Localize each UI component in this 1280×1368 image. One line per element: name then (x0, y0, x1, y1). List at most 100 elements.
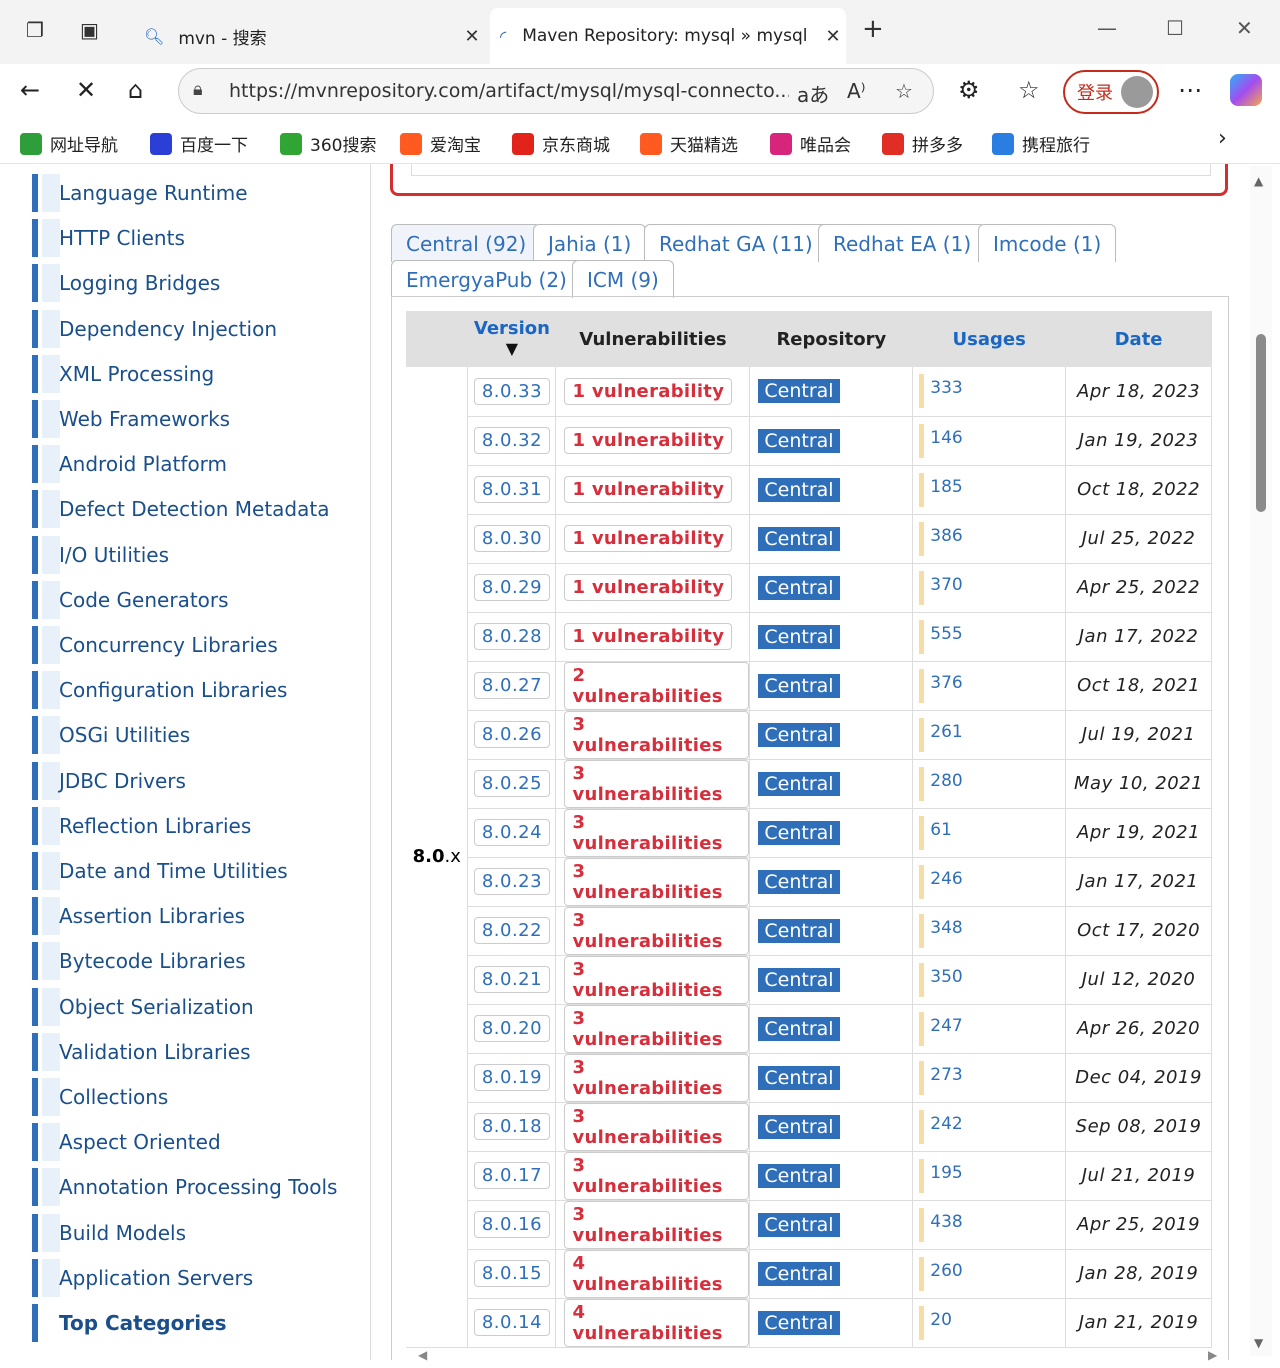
repository-badge[interactable]: Central (758, 1163, 840, 1188)
minimize-icon[interactable]: — (1097, 16, 1117, 40)
sidebar-item[interactable]: Reflection Libraries (32, 806, 251, 845)
home-icon[interactable]: ⌂ (128, 76, 143, 104)
usage-link[interactable]: 376 (930, 673, 962, 693)
repository-badge[interactable]: Central (758, 428, 840, 453)
favorites-icon[interactable]: ☆ (1018, 76, 1040, 104)
date-header[interactable]: Date (1065, 311, 1212, 367)
repository-badge[interactable]: Central (758, 1310, 840, 1335)
sidebar-item[interactable]: Assertion Libraries (32, 897, 245, 936)
vulnerability-link[interactable]: 3 vulnerabilities (564, 808, 750, 857)
repo-tab[interactable]: EmergyaPub (2) (391, 260, 582, 298)
close-tab-icon[interactable]: ✕ (820, 26, 846, 47)
version-link[interactable]: 8.0.20 (473, 1015, 551, 1042)
version-link[interactable]: 8.0.28 (473, 623, 551, 650)
vulnerability-link[interactable]: 1 vulnerability (564, 377, 733, 405)
version-link[interactable]: 8.0.26 (473, 721, 551, 748)
version-link[interactable]: 8.0.32 (473, 427, 551, 454)
sidebar-item[interactable]: HTTP Clients (32, 219, 185, 258)
url-text[interactable]: https://mvnrepository.com/artifact/mysql… (229, 80, 789, 102)
version-link[interactable]: 8.0.21 (473, 966, 551, 993)
usage-link[interactable]: 146 (930, 428, 962, 448)
login-button[interactable]: 登录 (1063, 70, 1159, 114)
version-link[interactable]: 8.0.33 (473, 377, 551, 405)
vulnerability-link[interactable]: 3 vulnerabilities (564, 759, 750, 808)
repository-badge[interactable]: Central (758, 820, 840, 845)
version-link[interactable]: 8.0.30 (473, 525, 551, 552)
version-link[interactable]: 8.0.23 (473, 868, 551, 895)
usage-link[interactable]: 370 (930, 575, 962, 595)
horizontal-scrollbar[interactable]: ◀ ▶ (400, 1348, 1230, 1368)
copilot-icon[interactable] (1230, 74, 1262, 106)
repository-badge[interactable]: Central (758, 477, 840, 502)
repo-tab[interactable]: Imcode (1) (978, 224, 1117, 262)
scrollbar-thumb[interactable] (1256, 334, 1266, 512)
repository-badge[interactable]: Central (758, 1261, 840, 1286)
vulnerability-link[interactable]: 1 vulnerability (564, 574, 733, 601)
sidebar-item[interactable]: Validation Libraries (32, 1032, 251, 1071)
maximize-icon[interactable]: ☐ (1166, 16, 1184, 40)
repo-tab[interactable]: Redhat GA (11) (644, 224, 828, 262)
sidebar-item[interactable]: Defect Detection Metadata (32, 490, 329, 529)
sidebar-item[interactable]: Web Frameworks (32, 400, 230, 438)
usage-link[interactable]: 195 (930, 1163, 962, 1183)
repository-badge[interactable]: Central (758, 722, 840, 747)
repo-tab[interactable]: Central (92) (391, 224, 542, 262)
repository-badge[interactable]: Central (758, 624, 840, 649)
usage-link[interactable]: 273 (930, 1065, 962, 1085)
vulnerability-link[interactable]: 3 vulnerabilities (564, 1102, 750, 1151)
usage-link[interactable]: 246 (930, 869, 962, 889)
sidebar-item[interactable]: XML Processing (32, 354, 214, 393)
version-link[interactable]: 8.0.19 (473, 1064, 551, 1091)
version-link[interactable]: 8.0.16 (473, 1211, 551, 1238)
scroll-right-icon[interactable]: ▶ (1208, 1348, 1217, 1362)
version-link[interactable]: 8.0.22 (473, 917, 551, 944)
sidebar-item[interactable]: Object Serialization (32, 987, 254, 1026)
version-link[interactable]: 8.0.18 (473, 1113, 551, 1140)
sidebar-item[interactable]: Application Servers (32, 1258, 253, 1297)
repo-tab[interactable]: Jahia (1) (533, 224, 647, 262)
read-aloud-icon[interactable]: A⁾ (847, 79, 866, 103)
usage-link[interactable]: 280 (930, 771, 962, 791)
usage-link[interactable]: 260 (930, 1261, 962, 1281)
translate-icon[interactable]: aあ (797, 79, 829, 108)
repo-tab[interactable]: Redhat EA (1) (818, 224, 987, 262)
sidebar-item[interactable]: Configuration Libraries (32, 671, 287, 710)
bookmark-2[interactable]: 360搜索 (280, 131, 376, 156)
repository-badge[interactable]: Central (758, 1114, 840, 1139)
vulnerability-link[interactable]: 3 vulnerabilities (564, 1004, 750, 1053)
version-link[interactable]: 8.0.27 (473, 672, 551, 699)
vertical-tabs-icon[interactable]: ▣ (80, 18, 99, 42)
usage-link[interactable]: 438 (930, 1212, 962, 1232)
vulnerability-link[interactable]: 3 vulnerabilities (564, 906, 750, 955)
repository-badge[interactable]: Central (758, 869, 840, 894)
usage-link[interactable]: 242 (930, 1114, 962, 1134)
sidebar-item[interactable]: Annotation Processing Tools (32, 1168, 337, 1207)
sidebar-item[interactable]: OSGi Utilities (32, 716, 190, 755)
repository-badge[interactable]: Central (758, 379, 840, 404)
lock-icon[interactable]: 🔒︎ (193, 79, 203, 100)
tab-maven[interactable]: ◜ Maven Repository: mysql » mysql ✕ (490, 8, 846, 64)
sidebar-item[interactable]: Logging Bridges (32, 264, 220, 303)
repo-tab[interactable]: ICM (9) (572, 260, 674, 298)
bookmark-5[interactable]: 天猫精选 (640, 131, 738, 156)
sidebar-item[interactable]: JDBC Drivers (32, 761, 186, 800)
usages-header[interactable]: Usages (912, 311, 1067, 367)
bookmark-8[interactable]: 携程旅行 (992, 131, 1090, 156)
bookmark-0[interactable]: 网址导航 (20, 131, 118, 156)
version-link[interactable]: 8.0.24 (473, 819, 551, 846)
vulnerability-link[interactable]: 3 vulnerabilities (564, 710, 750, 759)
bookmark-1[interactable]: 百度一下 (150, 131, 248, 156)
bookmark-6[interactable]: 唯品会 (770, 131, 851, 156)
scroll-left-icon[interactable]: ◀ (418, 1348, 427, 1362)
repository-badge[interactable]: Central (758, 575, 840, 600)
extensions-icon[interactable]: ⚙ (958, 76, 980, 104)
scroll-down-icon[interactable]: ▼ (1254, 1336, 1263, 1350)
back-icon[interactable]: ← (20, 76, 40, 104)
sidebar-item[interactable]: Aspect Oriented (32, 1123, 221, 1162)
scroll-up-icon[interactable]: ▲ (1254, 174, 1263, 188)
usage-link[interactable]: 261 (930, 722, 962, 742)
favorite-star-icon[interactable]: ☆ (895, 79, 913, 103)
tab-search[interactable]: 🔍︎ mvn - 搜索 ✕ (140, 8, 485, 64)
version-header[interactable]: Version ▼ (467, 311, 557, 367)
sidebar-top-categories[interactable]: Top Categories (32, 1304, 227, 1342)
